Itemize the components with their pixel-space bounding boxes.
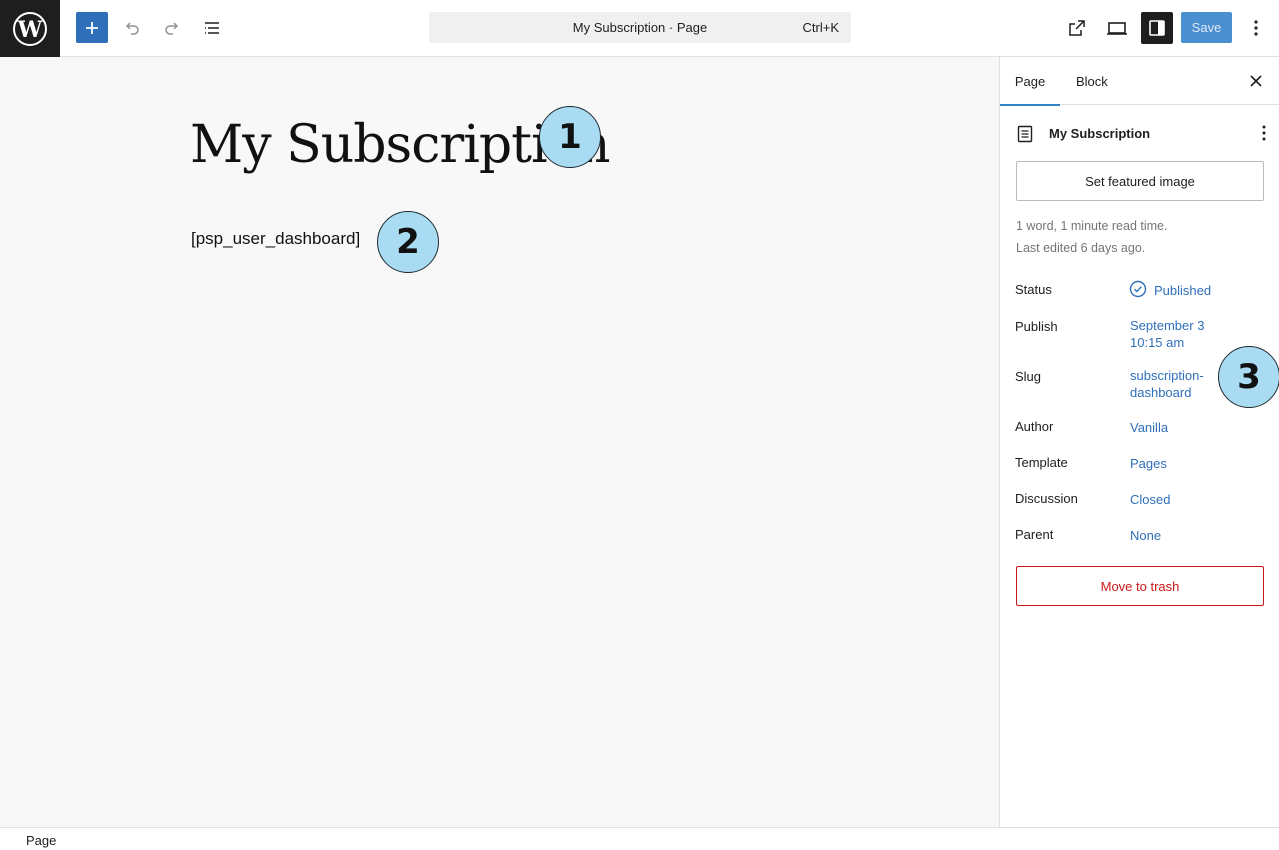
sidebar-tabs: Page Block xyxy=(1000,57,1279,106)
publish-date: September 3 xyxy=(1130,318,1205,333)
document-overview-button[interactable] xyxy=(196,12,228,44)
author-label: Author xyxy=(1015,419,1054,434)
discussion-value[interactable]: Closed xyxy=(1130,491,1170,508)
command-shortcut: Ctrl+K xyxy=(802,20,839,35)
view-page-button[interactable] xyxy=(1061,12,1093,44)
list-view-icon xyxy=(205,22,219,34)
set-featured-image-button[interactable]: Set featured image xyxy=(1016,161,1264,201)
slug-value[interactable]: subscription- dashboard xyxy=(1130,367,1204,401)
options-button[interactable] xyxy=(1240,12,1272,44)
parent-label: Parent xyxy=(1015,527,1054,542)
template-label: Template xyxy=(1015,455,1068,470)
publish-label: Publish xyxy=(1015,319,1058,334)
annotation-marker: 3 xyxy=(1218,346,1279,408)
command-palette-bar[interactable]: My Subscription · Page Ctrl+K xyxy=(429,12,851,43)
close-icon xyxy=(1250,75,1262,87)
page-icon xyxy=(1017,125,1033,143)
status-label: Status xyxy=(1015,282,1052,297)
more-vertical-icon xyxy=(1254,20,1258,36)
svg-text:W: W xyxy=(17,17,43,43)
editor-footer: Page xyxy=(0,827,1279,850)
shortcode-block[interactable]: [psp_user_dashboard] xyxy=(191,229,360,249)
parent-value[interactable]: None xyxy=(1130,527,1161,544)
slug-line-2: dashboard xyxy=(1130,385,1192,400)
redo-icon xyxy=(165,22,179,35)
template-value[interactable]: Pages xyxy=(1130,455,1167,472)
editor-header: W My Subscription · Page Ctrl+K Save xyxy=(0,0,1279,57)
publish-date-value[interactable]: September 3 10:15 am xyxy=(1130,317,1204,351)
settings-toggle-button[interactable] xyxy=(1141,12,1173,44)
desktop-icon xyxy=(1107,22,1127,35)
more-vertical-icon[interactable] xyxy=(1261,124,1267,142)
save-button[interactable]: Save xyxy=(1181,12,1232,43)
slug-label: Slug xyxy=(1015,369,1042,384)
editor-canvas[interactable]: My Subscription 1 [psp_user_dashboard] 2 xyxy=(0,57,999,827)
move-to-trash-button[interactable]: Move to trash xyxy=(1016,566,1264,606)
close-sidebar-button[interactable] xyxy=(1246,71,1266,91)
discussion-label: Discussion xyxy=(1015,491,1078,506)
settings-sidebar: Page Block My Subscription Set featured … xyxy=(999,57,1279,827)
add-block-button[interactable] xyxy=(76,12,108,43)
annotation-marker: 1 xyxy=(539,106,601,168)
plus-icon xyxy=(86,21,98,34)
last-edited-text: Last edited 6 days ago. xyxy=(1016,241,1146,255)
device-preview-button[interactable] xyxy=(1101,12,1133,44)
document-title: My Subscription xyxy=(1049,126,1151,141)
slug-line-1: subscription- xyxy=(1130,368,1204,383)
annotation-marker: 2 xyxy=(377,211,439,273)
published-check-icon xyxy=(1129,280,1147,298)
status-value[interactable]: Published xyxy=(1154,282,1211,299)
author-value[interactable]: Vanilla xyxy=(1130,419,1168,436)
tab-page[interactable]: Page xyxy=(1000,57,1060,106)
block-breadcrumb[interactable]: Page xyxy=(26,833,56,848)
undo-icon xyxy=(125,22,139,35)
external-link-icon xyxy=(1069,20,1085,36)
tab-block[interactable]: Block xyxy=(1076,57,1108,105)
document-card: My Subscription xyxy=(1017,124,1267,144)
undo-button[interactable] xyxy=(116,12,148,44)
wordpress-logo-icon[interactable]: W xyxy=(0,0,60,57)
command-title: My Subscription · Page xyxy=(572,20,708,35)
sidebar-icon xyxy=(1149,20,1165,36)
publish-time: 10:15 am xyxy=(1130,335,1185,350)
word-count-text: 1 word, 1 minute read time. xyxy=(1016,219,1168,233)
redo-button[interactable] xyxy=(156,12,188,44)
